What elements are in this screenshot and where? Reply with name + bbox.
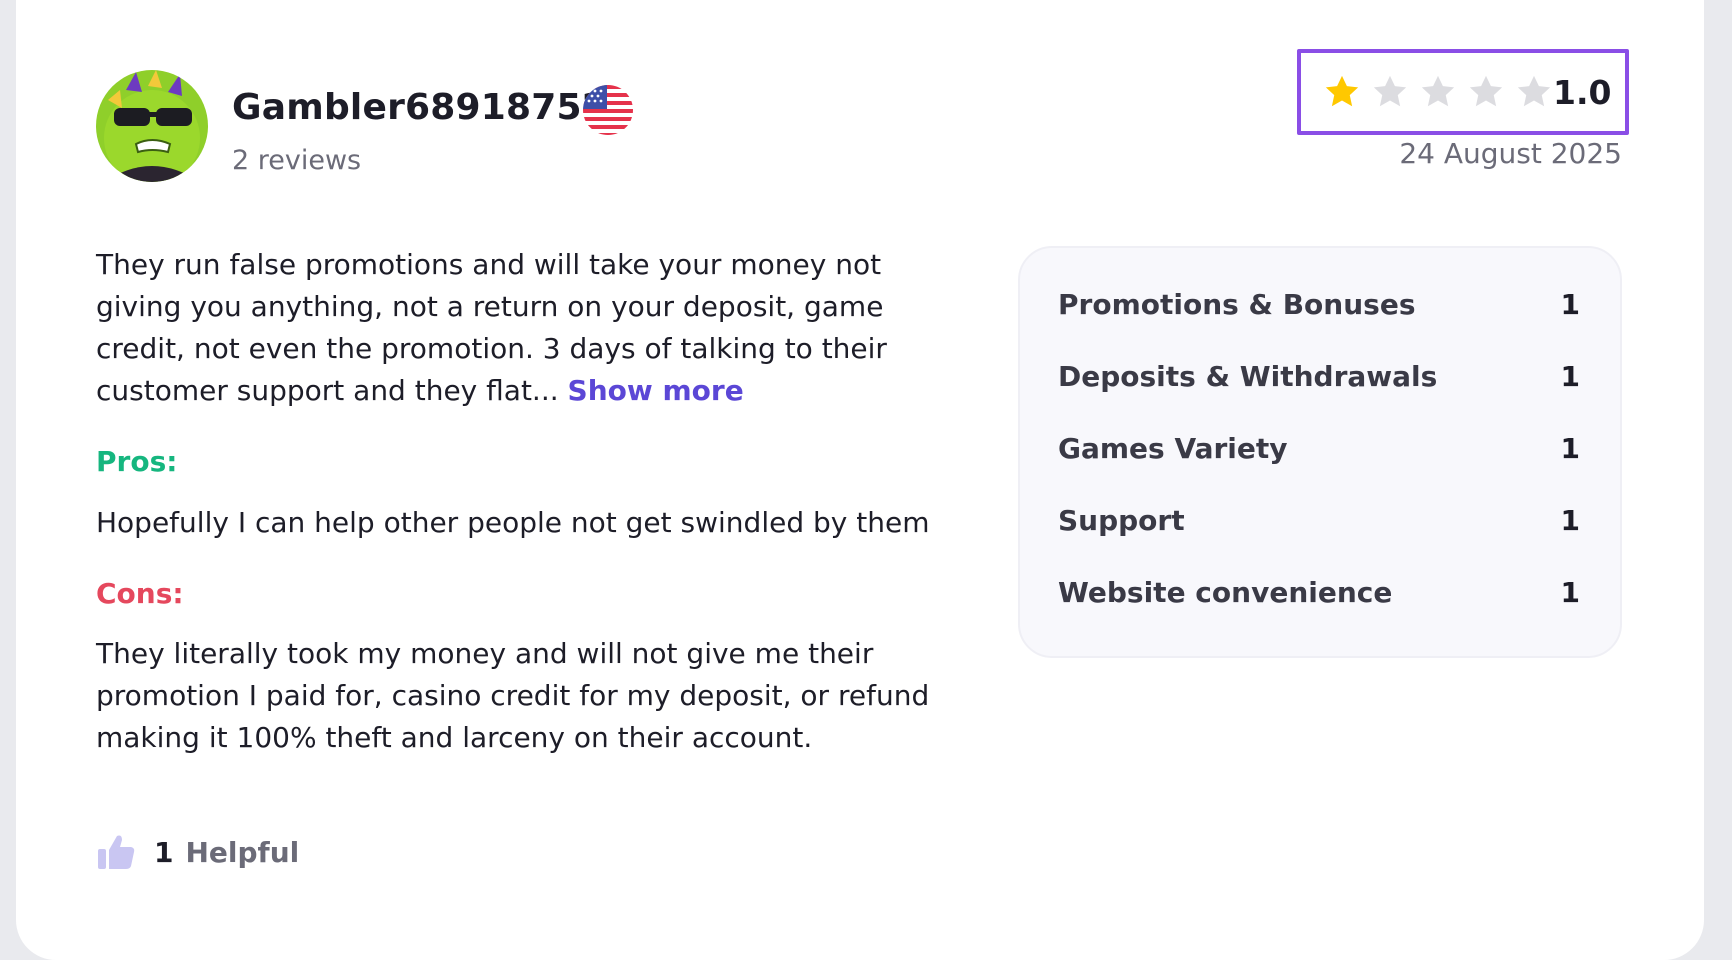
thumbs-up-icon bbox=[98, 835, 135, 869]
score-value: 1 bbox=[1560, 431, 1580, 465]
cons-text: They literally took my money and will no… bbox=[96, 637, 930, 754]
avatar[interactable] bbox=[96, 70, 208, 182]
helpful-count: 1 bbox=[154, 835, 174, 869]
score-value: 1 bbox=[1560, 359, 1580, 393]
score-value: 1 bbox=[1560, 503, 1580, 537]
star-rating bbox=[1323, 73, 1553, 111]
helpful-button[interactable]: 1 Helpful bbox=[96, 833, 299, 871]
helpful-label: Helpful bbox=[185, 835, 300, 869]
score-label: Deposits & Withdrawals bbox=[1058, 359, 1438, 393]
pros-label: Pros: bbox=[96, 445, 178, 478]
show-more-link[interactable]: Show more bbox=[568, 374, 744, 407]
review-count[interactable]: 2 reviews bbox=[232, 145, 361, 176]
cons-label: Cons: bbox=[96, 577, 184, 610]
score-label: Promotions & Bonuses bbox=[1058, 287, 1416, 321]
score-row-support: Support 1 bbox=[1058, 484, 1580, 556]
score-label: Website convenience bbox=[1058, 575, 1393, 609]
score-label: Games Variety bbox=[1058, 431, 1288, 465]
score-row-promotions: Promotions & Bonuses 1 bbox=[1058, 268, 1580, 340]
rating-box: 1.0 bbox=[1297, 49, 1629, 135]
review-body: They run false promotions and will take … bbox=[96, 248, 887, 407]
username[interactable]: Gambler68918752 bbox=[232, 87, 607, 128]
avatar-image bbox=[96, 70, 208, 182]
score-value: 1 bbox=[1560, 287, 1580, 321]
star-empty-icon bbox=[1421, 75, 1455, 107]
rating-value: 1.0 bbox=[1553, 72, 1612, 112]
pros-text: Hopefully I can help other people not ge… bbox=[96, 506, 930, 539]
category-scores: Promotions & Bonuses 1 Deposits & Withdr… bbox=[1018, 246, 1622, 658]
score-label: Support bbox=[1058, 503, 1185, 537]
score-value: 1 bbox=[1560, 575, 1580, 609]
star-empty-icon bbox=[1469, 75, 1503, 107]
star-filled-icon bbox=[1325, 75, 1359, 107]
review-text: They run false promotions and will take … bbox=[96, 244, 936, 412]
score-row-deposits: Deposits & Withdrawals 1 bbox=[1058, 340, 1580, 412]
score-row-games: Games Variety 1 bbox=[1058, 412, 1580, 484]
score-row-website: Website convenience 1 bbox=[1058, 556, 1580, 628]
us-flag-icon bbox=[583, 85, 633, 135]
star-empty-icon bbox=[1373, 75, 1407, 107]
star-empty-icon bbox=[1517, 75, 1551, 107]
review-date: 24 August 2025 bbox=[1399, 137, 1622, 170]
